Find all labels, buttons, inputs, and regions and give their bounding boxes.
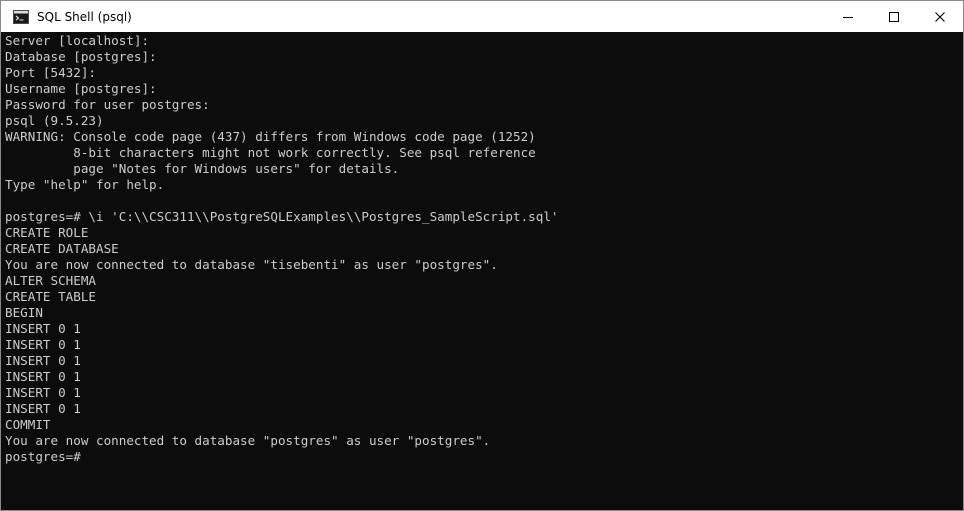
console-line: ALTER SCHEMA: [5, 273, 96, 288]
window-title: SQL Shell (psql): [37, 9, 132, 24]
console-line: CREATE TABLE: [5, 289, 96, 304]
console-line: BEGIN: [5, 305, 43, 320]
console-line: INSERT 0 1: [5, 369, 81, 384]
window-controls: [825, 1, 963, 32]
minimize-button[interactable]: [825, 1, 871, 32]
console-line: INSERT 0 1: [5, 321, 81, 336]
sql-shell-window: SQL Shell (psql) Server [localhost]: Dat…: [0, 0, 964, 511]
console-line: Password for user postgres:: [5, 97, 210, 112]
maximize-button[interactable]: [871, 1, 917, 32]
console-line: You are now connected to database "postg…: [5, 433, 491, 448]
console-line: INSERT 0 1: [5, 337, 81, 352]
console-line: INSERT 0 1: [5, 353, 81, 368]
console-line: postgres=# \i 'C:\\CSC311\\PostgreSQLExa…: [5, 209, 559, 224]
console-line: Username [postgres]:: [5, 81, 157, 96]
console-line: Port [5432]:: [5, 65, 96, 80]
console-line: You are now connected to database "tiseb…: [5, 257, 498, 272]
console-line: 8-bit characters might not work correctl…: [5, 145, 536, 160]
console-line: Server [localhost]:: [5, 33, 150, 48]
minimize-icon: [843, 16, 853, 18]
maximize-icon: [889, 11, 899, 22]
console-line: Database [postgres]:: [5, 49, 157, 64]
console-line: psql (9.5.23): [5, 113, 104, 128]
console-line: INSERT 0 1: [5, 385, 81, 400]
console-line: INSERT 0 1: [5, 401, 81, 416]
console-prompt[interactable]: postgres=#: [5, 449, 963, 465]
console-line: Type "help" for help.: [5, 177, 165, 192]
console-icon: [13, 9, 29, 24]
title-bar[interactable]: SQL Shell (psql): [1, 1, 963, 32]
close-icon: [935, 11, 945, 22]
console-output[interactable]: Server [localhost]: Database [postgres]:…: [1, 32, 963, 510]
console-line: CREATE ROLE: [5, 225, 89, 240]
console-line: COMMIT: [5, 417, 51, 432]
console-line: page "Notes for Windows users" for detai…: [5, 161, 400, 176]
close-button[interactable]: [917, 1, 963, 32]
console-line: WARNING: Console code page (437) differs…: [5, 129, 536, 144]
console-line: CREATE DATABASE: [5, 241, 119, 256]
